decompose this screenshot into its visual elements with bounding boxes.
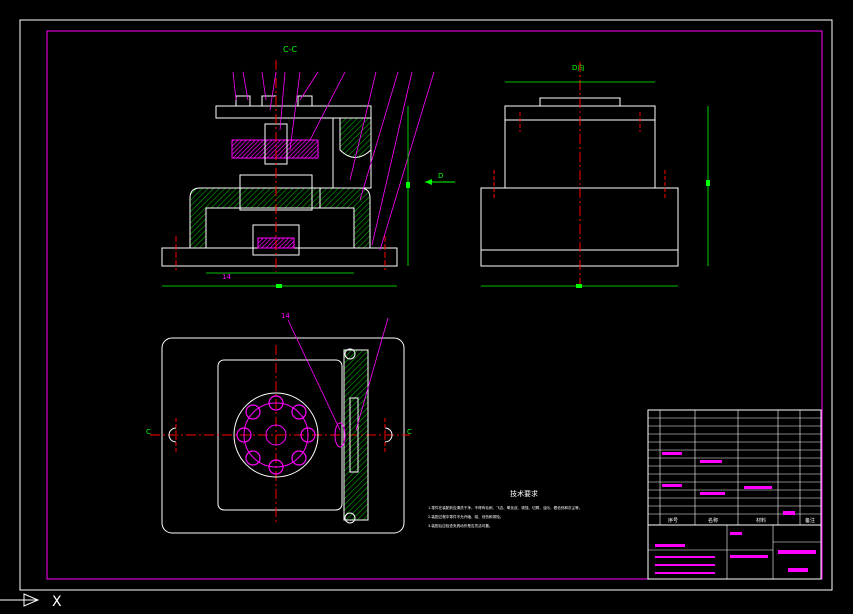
body-top — [239, 187, 321, 209]
side-view[interactable]: D向 — [480, 62, 710, 288]
tech-title: 技术要求 — [510, 489, 538, 498]
side-view-label: D向 — [572, 63, 584, 72]
header-name: 名称 — [708, 517, 718, 524]
workpiece-section — [231, 139, 319, 159]
front-section-view[interactable]: C-C 14 D — [161, 45, 455, 288]
cad-drawing-canvas[interactable]: C-C 14 D D向 C C 14 技术要求 1.零件在装配前应清洗干净，不得… — [0, 0, 853, 614]
column-hatch — [339, 117, 372, 158]
section-label: C-C — [283, 45, 297, 54]
header-material: 材料 — [756, 517, 766, 524]
balloon-14-top: 14 — [281, 312, 290, 320]
tech-note-3: 3.装配后应检查夹具动作是否灵活可靠。 — [428, 523, 493, 528]
tech-requirements: 技术要求 1.零件在装配前应清洗干净，不得有毛刺、飞边、氧化皮、锈蚀、切屑、油污… — [428, 489, 582, 528]
view-arrow-label: D — [438, 172, 443, 180]
axis-label-right: C — [407, 428, 412, 436]
header-seq: 序号 — [668, 517, 678, 524]
parts-list-fills — [662, 452, 795, 515]
balloon-14-front: 14 — [222, 273, 231, 281]
clamp-bar — [343, 349, 369, 521]
tech-note-2: 2.装配过程中零件不允许磕、碰、划伤和锈蚀。 — [428, 514, 503, 519]
ucs-icon: X — [0, 593, 62, 610]
clamp-right — [297, 95, 313, 107]
base-plate — [161, 247, 398, 267]
body-section-right — [319, 187, 371, 249]
tech-note-1: 1.零件在装配前应清洗干净，不得有毛刺、飞边、氧化皮、锈蚀、切屑、油污、着色剂和… — [428, 505, 582, 510]
title-block-fills — [655, 532, 816, 574]
top-plate — [215, 105, 372, 119]
outer-frame — [19, 19, 833, 591]
ucs-x-label: X — [52, 594, 62, 610]
title-block[interactable]: 序号 名称 材料 备注 — [647, 409, 822, 580]
inner-frame — [46, 30, 823, 580]
body-section — [189, 187, 241, 249]
axis-label-left: C — [146, 428, 151, 436]
top-view[interactable]: C C 14 — [146, 312, 412, 534]
header-note: 备注 — [805, 517, 815, 524]
clamp-mid — [261, 95, 277, 107]
